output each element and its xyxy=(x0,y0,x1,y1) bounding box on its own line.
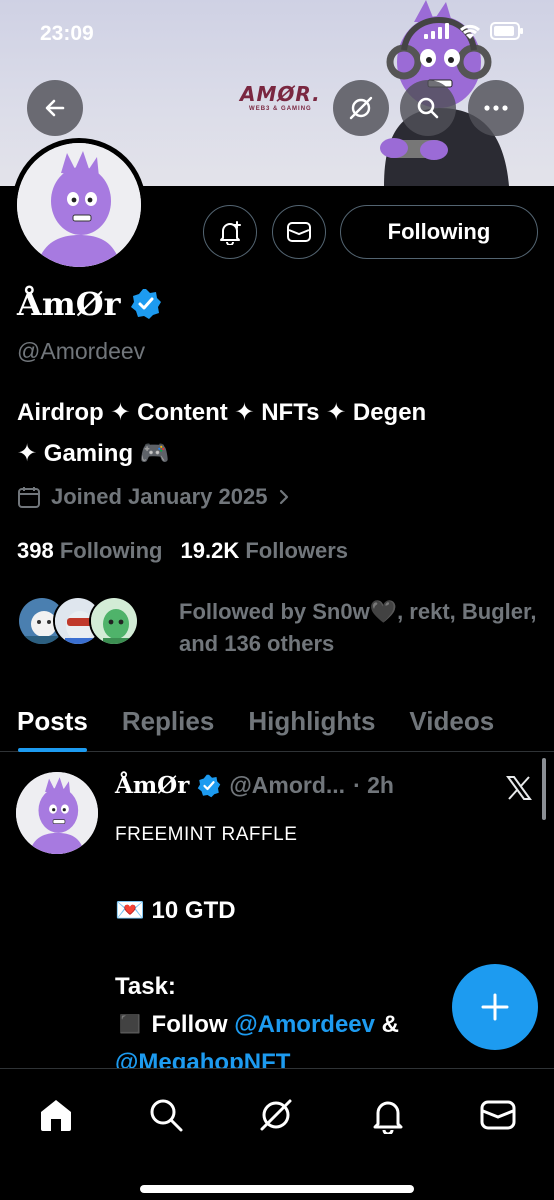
nav-messages[interactable] xyxy=(476,1093,520,1137)
tab-highlights[interactable]: Highlights xyxy=(231,690,392,752)
post-header: ÅmØr @Amord... · 2h xyxy=(115,772,394,799)
compose-post-button[interactable] xyxy=(452,964,538,1050)
signal-icon xyxy=(424,23,449,39)
profile-avatar[interactable] xyxy=(12,138,146,272)
post-line: 💌 10 GTD xyxy=(115,897,236,924)
nav-notifications[interactable] xyxy=(366,1093,410,1137)
scrollbar[interactable] xyxy=(542,758,546,820)
status-icons xyxy=(424,22,524,40)
tab-replies[interactable]: Replies xyxy=(105,690,232,752)
banner-logo: AMØR. WEB3 & GAMING xyxy=(240,82,321,112)
post-line: FREEMINT RAFFLE xyxy=(115,824,298,845)
plus-icon xyxy=(481,993,509,1021)
verified-badge-icon xyxy=(198,774,221,797)
more-options-button[interactable] xyxy=(468,80,524,136)
post-time: · 2h xyxy=(353,772,394,798)
bio-line: Airdrop ✦ Content ✦ NFTs ✦ Degen xyxy=(17,399,427,426)
calendar-icon xyxy=(18,487,40,508)
wifi-icon xyxy=(459,24,481,39)
nav-search[interactable] xyxy=(144,1093,188,1137)
bottom-navigation xyxy=(0,1068,554,1200)
back-button[interactable] xyxy=(27,80,83,136)
post-author-avatar[interactable] xyxy=(16,772,98,854)
x-logo-icon xyxy=(506,776,532,800)
following-button[interactable]: Following xyxy=(340,205,538,259)
profile-bio: Airdrop ✦ Content ✦ NFTs ✦ Degen ✦ Gamin… xyxy=(17,392,537,474)
tab-posts[interactable]: Posts xyxy=(0,690,105,752)
search-icon xyxy=(150,1099,183,1132)
follower-avatar xyxy=(89,596,139,646)
post-author-handle: @Amord... xyxy=(229,772,346,798)
search-button[interactable] xyxy=(400,80,456,136)
battery-icon xyxy=(490,22,523,40)
verified-badge-icon[interactable] xyxy=(130,288,162,320)
followed-by-text: Followed by Sn0w🖤, rekt, Bugler, and 136… xyxy=(179,599,537,656)
followers-stat[interactable]: 19.2K Followers xyxy=(181,538,349,564)
home-icon xyxy=(41,1100,71,1131)
followers-count: 19.2K xyxy=(180,538,240,563)
joined-date: Joined January 2025 xyxy=(51,484,268,509)
followers-label: Followers xyxy=(245,538,349,563)
notify-button[interactable] xyxy=(203,205,257,259)
bio-line: ✦ Gaming 🎮 xyxy=(17,440,170,467)
follow-stats: 398 Following 19.2K Followers xyxy=(17,538,348,564)
bell-plus-icon xyxy=(220,221,241,245)
following-label: Following xyxy=(59,538,163,563)
search-icon xyxy=(417,97,439,119)
profile-tabs: Posts Replies Highlights Videos xyxy=(0,690,554,752)
profile-handle: @Amordeev xyxy=(17,338,146,364)
mention-link[interactable]: @Amordeev xyxy=(234,1011,375,1038)
post-author-name[interactable]: ÅmØr xyxy=(115,772,189,799)
avatar-image xyxy=(17,143,141,267)
nav-grok[interactable] xyxy=(254,1093,298,1137)
home-indicator[interactable] xyxy=(140,1185,414,1193)
tab-videos[interactable]: Videos xyxy=(392,690,511,752)
chevron-right-icon xyxy=(280,489,289,505)
following-stat[interactable]: 398 Following xyxy=(17,538,163,564)
message-button[interactable] xyxy=(272,205,326,259)
grok-button[interactable] xyxy=(333,80,389,136)
following-count: 398 xyxy=(17,538,54,563)
grok-icon xyxy=(349,96,373,120)
display-name: ÅmØr xyxy=(17,285,121,323)
envelope-icon xyxy=(287,222,311,242)
envelope-icon xyxy=(480,1100,516,1130)
bell-icon xyxy=(373,1101,403,1134)
grok-icon xyxy=(260,1099,292,1131)
status-time: 23:09 xyxy=(40,22,94,45)
nav-home[interactable] xyxy=(34,1093,78,1137)
arrow-left-icon xyxy=(45,99,65,117)
joined-date-row[interactable]: Joined January 2025 xyxy=(17,484,291,510)
more-dots-icon xyxy=(484,105,508,111)
display-name-row: ÅmØr xyxy=(17,285,162,323)
followed-by-row[interactable]: Followed by Sn0w🖤, rekt, Bugler, and 136… xyxy=(17,596,536,656)
